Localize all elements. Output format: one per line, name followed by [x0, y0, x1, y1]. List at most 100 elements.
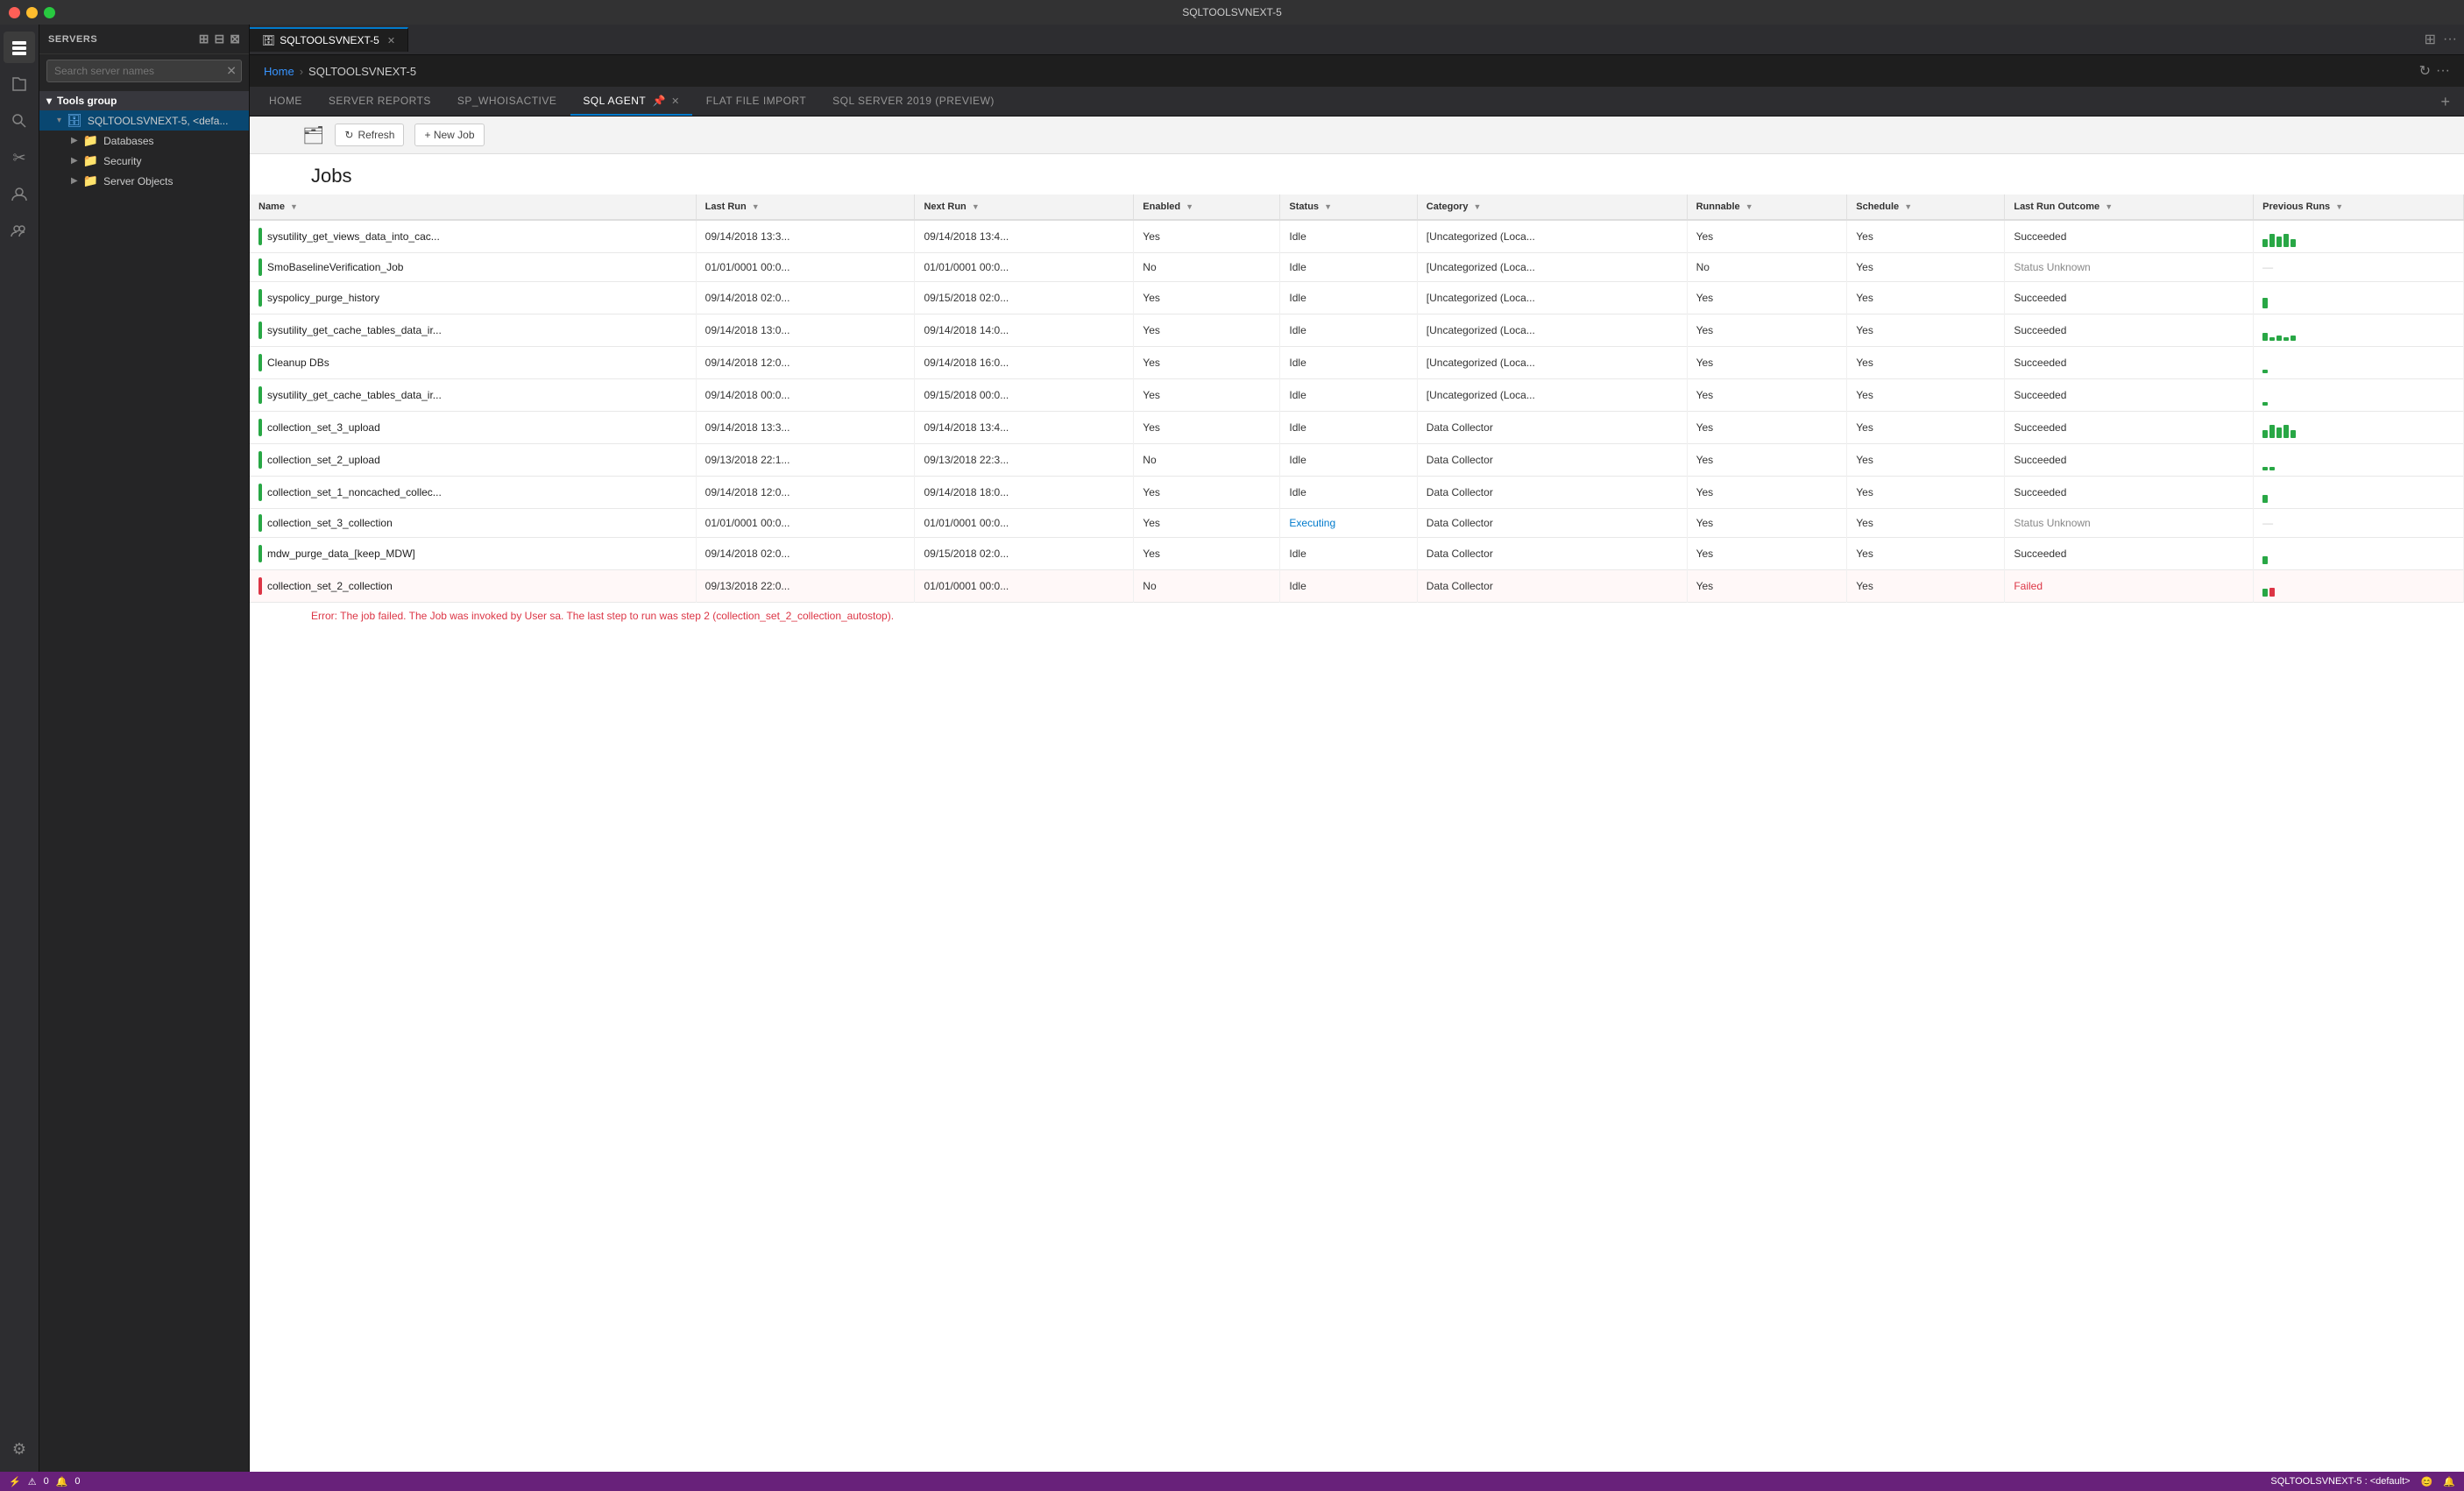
job-runnable: Yes: [1687, 477, 1847, 509]
collapse-icon[interactable]: ⊠: [230, 32, 240, 46]
job-last-run: 01/01/0001 00:0...: [696, 253, 915, 282]
settings-icon[interactable]: ⚙: [4, 1433, 35, 1465]
col-status[interactable]: Status ▼: [1280, 194, 1417, 220]
job-category: Data Collector: [1417, 412, 1687, 444]
col-next-run[interactable]: Next Run ▼: [915, 194, 1134, 220]
job-name: collection_set_3_upload: [267, 421, 380, 434]
main-tab[interactable]: 🗄 SQLTOOLSVNEXT-5 ✕: [250, 27, 408, 52]
job-status: Idle: [1280, 477, 1417, 509]
table-row[interactable]: collection_set_2_upload 09/13/2018 22:1.…: [250, 444, 2464, 477]
col-category[interactable]: Category ▼: [1417, 194, 1687, 220]
security-folder-icon: 📁: [83, 153, 98, 168]
table-row[interactable]: sysutility_get_cache_tables_data_ir... 0…: [250, 314, 2464, 347]
col-category-sort: ▼: [1474, 202, 1482, 211]
tools-group-label: Tools group: [57, 95, 117, 107]
tools-group-header[interactable]: ▾ Tools group: [39, 91, 249, 110]
job-next-run: 09/14/2018 14:0...: [915, 314, 1134, 347]
layout-icon[interactable]: ⊞: [2425, 31, 2436, 48]
server-objects-item[interactable]: ▶ 📁 Server Objects: [39, 171, 249, 191]
table-row[interactable]: mdw_purge_data_[keep_MDW] 09/14/2018 02:…: [250, 538, 2464, 570]
job-name: sysutility_get_cache_tables_data_ir...: [267, 324, 442, 336]
sidebar: SERVERS ⊞ ⊟ ⊠ ✕ ▾ Tools group ▾ 🗄 SQLTOO…: [39, 25, 250, 1472]
refresh-breadcrumb-icon[interactable]: ↻: [2419, 62, 2431, 80]
refresh-button[interactable]: ↻ Refresh: [335, 124, 404, 146]
tab-bar: 🗄 SQLTOOLSVNEXT-5 ✕ ⊞ ···: [250, 25, 2464, 55]
add-tab-icon[interactable]: +: [2440, 93, 2457, 111]
maximize-button[interactable]: [44, 7, 55, 18]
table-row[interactable]: syspolicy_purge_history 09/14/2018 02:0.…: [250, 282, 2464, 314]
close-button[interactable]: [9, 7, 20, 18]
job-enabled: Yes: [1134, 477, 1280, 509]
table-row[interactable]: collection_set_2_collection 09/13/2018 2…: [250, 570, 2464, 603]
server-objects-folder-icon: 📁: [83, 173, 98, 188]
job-last-run: 09/14/2018 02:0...: [696, 538, 915, 570]
table-row[interactable]: sysutility_get_cache_tables_data_ir... 0…: [250, 379, 2464, 412]
col-last-run-outcome[interactable]: Last Run Outcome ▼: [2005, 194, 2254, 220]
status-smile-icon: 😊: [2421, 1476, 2433, 1487]
explorer-icon[interactable]: [4, 68, 35, 100]
job-status: Idle: [1280, 412, 1417, 444]
table-row[interactable]: collection_set_1_noncached_collec... 09/…: [250, 477, 2464, 509]
tab-db-icon: 🗄: [262, 34, 275, 46]
more-icon[interactable]: ···: [2443, 32, 2457, 47]
error-message: Error: The job failed. The Job was invok…: [250, 603, 2464, 632]
col-name[interactable]: Name ▼: [250, 194, 696, 220]
sql-agent-close-icon[interactable]: ✕: [671, 96, 680, 107]
add-connection-icon[interactable]: ⊞: [199, 32, 209, 46]
job-last-run: 09/14/2018 12:0...: [696, 477, 915, 509]
job-runnable: Yes: [1687, 282, 1847, 314]
jobs-table: Name ▼ Last Run ▼ Next Run ▼: [250, 194, 2464, 603]
col-previous-runs[interactable]: Previous Runs ▼: [2254, 194, 2464, 220]
filter-icon[interactable]: ⊟: [215, 32, 225, 46]
user-group-icon[interactable]: [4, 216, 35, 247]
tab-sp-whoisactive[interactable]: SP_WHOISACTIVE: [445, 88, 569, 116]
table-row[interactable]: collection_set_3_collection 01/01/0001 0…: [250, 509, 2464, 538]
job-last-run: 09/14/2018 13:3...: [696, 220, 915, 253]
job-status: Executing: [1280, 509, 1417, 538]
new-job-button[interactable]: + New Job: [414, 124, 484, 146]
col-last-run[interactable]: Last Run ▼: [696, 194, 915, 220]
job-next-run: 09/15/2018 02:0...: [915, 282, 1134, 314]
job-runnable: Yes: [1687, 314, 1847, 347]
clear-search-icon[interactable]: ✕: [226, 64, 237, 79]
job-next-run: 09/13/2018 22:3...: [915, 444, 1134, 477]
sql-agent-pin-icon[interactable]: 📌: [653, 95, 666, 107]
server-item[interactable]: ▾ 🗄 SQLTOOLSVNEXT-5, <defa...: [39, 110, 249, 131]
col-runnable[interactable]: Runnable ▼: [1687, 194, 1847, 220]
source-control-icon[interactable]: ✂: [4, 142, 35, 173]
minimize-button[interactable]: [26, 7, 38, 18]
table-row[interactable]: Cleanup DBs 09/14/2018 12:0... 09/14/201…: [250, 347, 2464, 379]
server-search: ✕: [46, 60, 242, 82]
tab-home[interactable]: HOME: [257, 88, 315, 116]
tab-server-reports[interactable]: SERVER REPORTS: [316, 88, 443, 116]
tab-sql-agent[interactable]: SQL AGENT 📌 ✕: [570, 88, 691, 116]
more-breadcrumb-icon[interactable]: ···: [2436, 63, 2450, 79]
breadcrumb-home[interactable]: Home: [264, 65, 294, 78]
tab-sql-server-2019[interactable]: SQL SERVER 2019 (PREVIEW): [820, 88, 1007, 116]
col-schedule[interactable]: Schedule ▼: [1847, 194, 2005, 220]
tab-flat-file-import[interactable]: FLAT FILE IMPORT: [694, 88, 818, 116]
job-previous-runs: [2254, 477, 2464, 509]
search-icon[interactable]: [4, 105, 35, 137]
table-row[interactable]: sysutility_get_views_data_into_cac... 09…: [250, 220, 2464, 253]
job-outcome: Succeeded: [2005, 314, 2254, 347]
col-category-label: Category: [1427, 201, 1469, 212]
status-server-icon: ⚡: [9, 1476, 21, 1487]
server-label: SQLTOOLSVNEXT-5, <defa...: [88, 115, 229, 127]
status-right: SQLTOOLSVNEXT-5 : <default> 😊 🔔: [2270, 1476, 2455, 1487]
user-icon[interactable]: [4, 179, 35, 210]
table-row[interactable]: SmoBaselineVerification_Job 01/01/0001 0…: [250, 253, 2464, 282]
servers-icon[interactable]: [4, 32, 35, 63]
col-next-run-sort: ▼: [972, 202, 980, 211]
job-enabled: Yes: [1134, 509, 1280, 538]
close-tab-icon[interactable]: ✕: [387, 35, 395, 46]
job-last-run: 09/14/2018 13:3...: [696, 412, 915, 444]
security-item[interactable]: ▶ 📁 Security: [39, 151, 249, 171]
search-input[interactable]: [46, 60, 242, 82]
job-last-run: 09/14/2018 02:0...: [696, 282, 915, 314]
databases-item[interactable]: ▶ 📁 Databases: [39, 131, 249, 151]
col-enabled[interactable]: Enabled ▼: [1134, 194, 1280, 220]
table-row[interactable]: collection_set_3_upload 09/14/2018 13:3.…: [250, 412, 2464, 444]
window-controls: [9, 7, 55, 18]
col-last-run-sort: ▼: [752, 202, 760, 211]
